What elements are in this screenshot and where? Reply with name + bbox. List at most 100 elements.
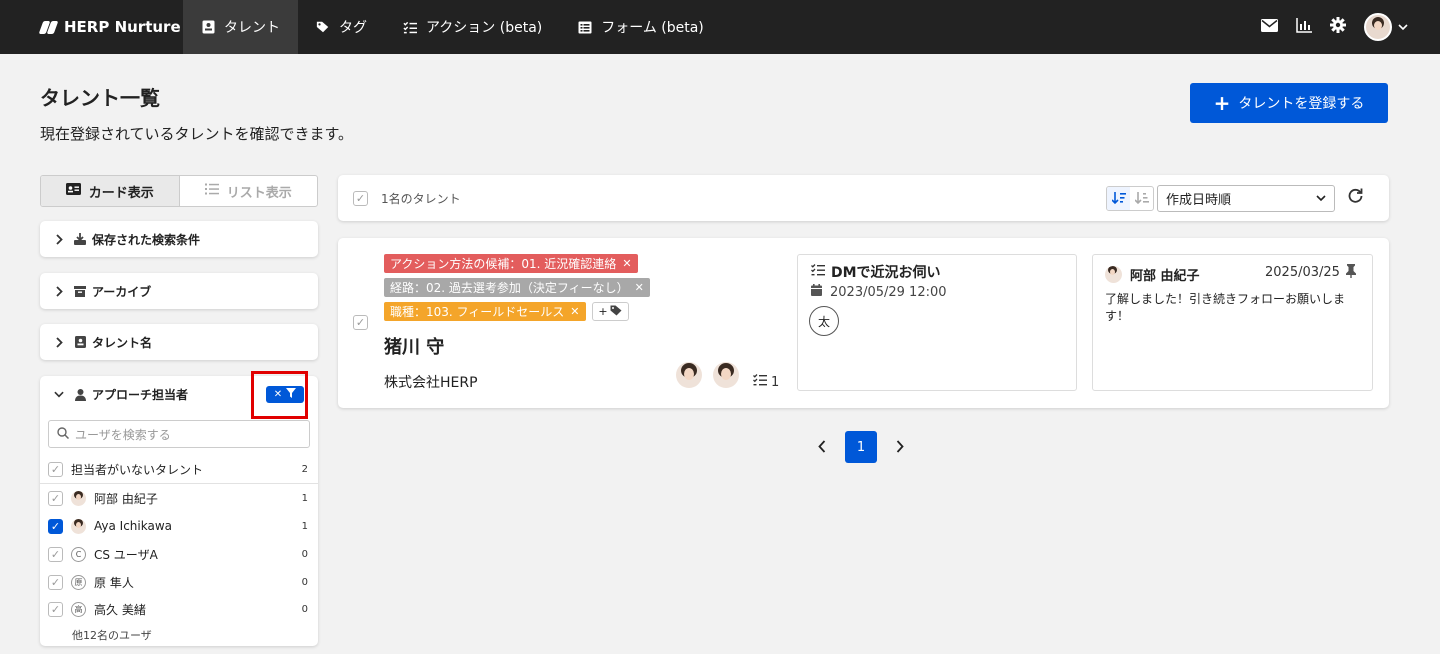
sort-order-toggle: [1106, 186, 1154, 211]
list-icon: [204, 183, 219, 199]
action-title: DMで近況お伺い: [811, 262, 941, 282]
talent-name[interactable]: 猪川 守: [384, 333, 444, 359]
sort-asc-icon: [1134, 192, 1149, 205]
add-talent-button[interactable]: + タレントを登録する: [1190, 83, 1388, 123]
add-tag-button[interactable]: +: [592, 302, 629, 321]
avatar: [676, 362, 702, 388]
account-menu[interactable]: [1364, 13, 1408, 41]
tag-label: 経路：02. 過去選考参加（決定フィーなし）: [390, 281, 629, 295]
user-option-row[interactable]: ✓ 高 高久 美緒 0: [40, 595, 318, 623]
close-icon[interactable]: ✕: [622, 257, 631, 270]
user-option-name: Aya Ichikawa: [94, 519, 172, 533]
filter-talent-name[interactable]: タレント名: [40, 324, 318, 360]
page-description: 現在登録されているタレントを確認できます。: [40, 125, 354, 143]
action-datetime: 2023/05/29 12:00: [811, 284, 947, 300]
avatar: [713, 362, 739, 388]
tag-icon: [316, 20, 330, 34]
card-view-button[interactable]: カード表示: [41, 176, 180, 206]
list-view-button[interactable]: リスト表示: [180, 176, 318, 206]
action-assignee-avatar: 太: [809, 306, 839, 336]
user-option-row[interactable]: ✓ Aya Ichikawa 1: [40, 512, 318, 540]
nav-item-actions[interactable]: アクション (beta): [385, 0, 560, 54]
sort-select-value: 作成日時順: [1166, 193, 1232, 208]
pagination: 1: [815, 431, 907, 463]
user-option-row[interactable]: ✓ 原 原 隼人 0: [40, 568, 318, 596]
chevron-left-icon[interactable]: [815, 437, 829, 458]
checklist-icon: [753, 374, 767, 390]
chart-icon[interactable]: [1296, 17, 1312, 37]
checkbox[interactable]: ✓: [48, 546, 63, 562]
result-count: 1名のタレント: [381, 192, 461, 206]
avatar: C: [71, 546, 86, 562]
nav-item-label: アクション (beta): [426, 20, 543, 36]
search-placeholder: ユーザを検索する: [75, 427, 171, 442]
filter-archive[interactable]: アーカイブ: [40, 273, 318, 309]
chevron-right-icon: [54, 233, 64, 245]
talent-card[interactable]: ✓ アクション方法の候補：01. 近況確認連絡 ✕ 経路：02. 過去選考参加（…: [338, 238, 1389, 408]
gear-icon[interactable]: [1330, 17, 1346, 37]
checkbox[interactable]: ✓: [48, 601, 63, 617]
plus-icon: +: [1213, 91, 1231, 115]
filter-saved-searches[interactable]: 保存された検索条件: [40, 221, 318, 257]
filter-label: アーカイブ: [92, 284, 152, 299]
nav-item-talent[interactable]: タレント: [183, 0, 298, 54]
filter-label: アプローチ担当者: [92, 388, 189, 402]
pin-icon[interactable]: [1345, 264, 1357, 282]
action-card[interactable]: DMで近況お伺い 2023/05/29 12:00 太: [797, 254, 1077, 391]
sort-asc-button[interactable]: [1130, 187, 1153, 210]
close-icon[interactable]: ✕: [635, 281, 644, 294]
avatar: [71, 518, 86, 534]
close-icon: ✕: [273, 389, 283, 400]
chevron-right-icon: [54, 285, 64, 297]
tag-chip[interactable]: アクション方法の候補：01. 近況確認連絡 ✕: [384, 254, 638, 273]
filter-icon: [286, 388, 297, 401]
top-navigation: HERP Nurture タレント タグ アクション (beta) フォーム (…: [0, 0, 1440, 54]
talent-checkbox[interactable]: ✓: [353, 315, 368, 330]
list-view-label: リスト表示: [226, 185, 292, 201]
tag-chip[interactable]: 職種：103. フィールドセールス ✕: [384, 302, 586, 321]
chevron-right-icon[interactable]: [893, 437, 907, 458]
user-icon: [74, 388, 86, 401]
user-search-input[interactable]: ユーザを検索する: [48, 420, 310, 448]
user-option-count: 2: [301, 464, 308, 475]
avatar: 高: [71, 601, 86, 617]
nav-item-tags[interactable]: タグ: [298, 0, 385, 54]
note-card[interactable]: 阿部 由紀子 2025/03/25 了解しました！引き続きフォローお願いします！: [1092, 254, 1373, 391]
checkbox[interactable]: ✓: [48, 462, 63, 477]
download-icon: [74, 233, 86, 245]
checkbox[interactable]: ✓: [48, 490, 63, 506]
avatar: [1105, 266, 1122, 283]
user-option-row[interactable]: ✓ 担当者がいないタレント 2: [40, 456, 318, 484]
herp-logo-icon: [40, 19, 58, 35]
select-all-checkbox[interactable]: ✓: [353, 191, 368, 206]
avatar: [71, 490, 86, 506]
sort-desc-button[interactable]: [1107, 187, 1130, 210]
chevron-right-icon: [54, 336, 64, 348]
user-option-row[interactable]: ✓ 阿部 由紀子 1: [40, 484, 318, 512]
card-view-label: カード表示: [88, 185, 154, 201]
refresh-icon[interactable]: [1348, 188, 1363, 207]
checkbox[interactable]: ✓: [48, 574, 63, 590]
id-card-icon: [74, 336, 86, 348]
nav-item-label: フォーム (beta): [601, 20, 704, 36]
brand-logo[interactable]: HERP Nurture: [0, 0, 183, 54]
user-option-row[interactable]: ✓ C CS ユーザA 0: [40, 540, 318, 568]
tag-chip[interactable]: 経路：02. 過去選考参加（決定フィーなし） ✕: [384, 278, 650, 297]
user-option-count: 1: [301, 520, 308, 532]
filter-approach-owner: アプローチ担当者 ✕ ユーザを検索する ✓ 担当者がいないタレント 2 ✓ 阿部…: [40, 371, 318, 646]
checkbox-checked[interactable]: ✓: [48, 518, 63, 534]
mail-icon[interactable]: [1261, 18, 1278, 36]
clear-filter-button[interactable]: ✕: [266, 386, 304, 403]
plus-icon: +: [598, 305, 608, 318]
chevron-down-icon: [54, 391, 64, 398]
page-current[interactable]: 1: [845, 431, 877, 463]
action-count-value: 1: [771, 374, 780, 390]
nav-item-forms[interactable]: フォーム (beta): [560, 0, 722, 54]
talent-company: 株式会社HERP: [384, 375, 478, 391]
close-icon[interactable]: ✕: [570, 305, 579, 318]
user-option-count: 0: [301, 603, 308, 615]
id-card-icon: [201, 20, 215, 34]
sort-select[interactable]: 作成日時順: [1157, 185, 1335, 212]
note-author: 阿部 由紀子: [1105, 265, 1200, 284]
more-users-link[interactable]: 他12名のユーザ: [72, 627, 152, 643]
